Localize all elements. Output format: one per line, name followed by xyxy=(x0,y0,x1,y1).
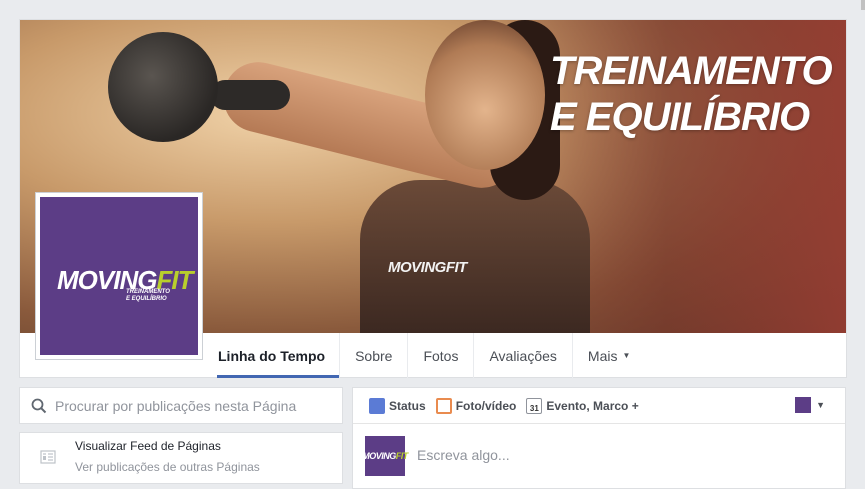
cover-figure-head xyxy=(425,20,545,170)
search-placeholder: Procurar por publicações nesta Página xyxy=(55,397,297,414)
feed-card-subtitle: Ver publicações de outras Páginas xyxy=(75,460,260,474)
cover-figure-torso xyxy=(360,180,590,333)
page-search-input[interactable]: Procurar por publicações nesta Página xyxy=(19,387,343,424)
event-button[interactable]: 31 Evento, Marco + xyxy=(526,397,639,414)
post-as-avatar[interactable] xyxy=(795,397,811,413)
cover-shirt-logo: MOVINGFIT xyxy=(388,259,467,276)
tab-sobre[interactable]: Sobre xyxy=(339,333,407,378)
avatar-logo-moving: MOVING xyxy=(362,451,396,461)
photo-icon xyxy=(435,397,452,414)
profile-tagline: TREINAMENTO E EQUILÍBRIO xyxy=(126,289,170,303)
pages-feed-card[interactable]: Visualizar Feed de Páginas Ver publicaçõ… xyxy=(19,432,343,484)
tab-label: Linha do Tempo xyxy=(218,347,326,364)
tab-avaliacoes[interactable]: Avaliações xyxy=(473,333,571,378)
tab-label: Sobre xyxy=(355,347,393,364)
tagline-line2: E EQUILÍBRIO xyxy=(126,296,167,302)
calendar-icon: 31 xyxy=(526,397,543,414)
caret-down-icon: ▼ xyxy=(622,351,631,360)
cover-headline-line2: E EQUILÍBRIO xyxy=(550,95,810,139)
tab-fotos[interactable]: Fotos xyxy=(407,333,473,378)
profile-logo-bg: MOVINGFIT TREINAMENTO E EQUILÍBRIO xyxy=(40,197,198,355)
tab-label: Mais xyxy=(587,347,618,364)
feed-card-title[interactable]: Visualizar Feed de Páginas xyxy=(75,439,221,453)
avatar-logo: MOVINGFIT xyxy=(362,451,408,461)
news-feed-icon xyxy=(40,450,56,464)
profile-logo: MOVINGFIT xyxy=(57,265,193,296)
tagline-line1: TREINAMENTO xyxy=(126,289,170,295)
page-tabs: Linha do Tempo Sobre Fotos Avaliações Ma… xyxy=(217,333,645,378)
status-button[interactable]: Status xyxy=(369,397,426,414)
cover-headline: TREINAMENTO E EQUILÍBRIO xyxy=(550,48,833,140)
tab-mais[interactable]: Mais ▼ xyxy=(571,333,645,378)
avatar-logo-fit: FIT xyxy=(395,451,409,461)
post-as-caret-icon[interactable]: ▼ xyxy=(816,400,825,410)
composer-avatar: MOVINGFIT xyxy=(362,436,408,476)
post-input[interactable]: Escreva algo... xyxy=(417,447,510,463)
tab-linha-do-tempo[interactable]: Linha do Tempo xyxy=(217,333,340,378)
search-icon xyxy=(31,398,47,413)
kettlebell-handle xyxy=(210,80,290,110)
cover-headline-line1: TREINAMENTO xyxy=(550,49,833,93)
composer-toolbar: Status Foto/vídeo 31 Evento, Marco + xyxy=(353,388,845,424)
photo-label: Foto/vídeo xyxy=(455,398,517,413)
tab-label: Fotos xyxy=(423,347,459,364)
tab-label: Avaliações xyxy=(489,347,557,364)
profile-picture[interactable]: MOVINGFIT TREINAMENTO E EQUILÍBRIO xyxy=(35,192,203,360)
scrollbar-thumb[interactable] xyxy=(861,0,865,10)
pencil-icon xyxy=(369,397,385,414)
status-label: Status xyxy=(389,398,426,413)
photo-video-button[interactable]: Foto/vídeo xyxy=(435,397,517,414)
post-composer: Status Foto/vídeo 31 Evento, Marco + ▼ M… xyxy=(352,387,846,489)
kettlebell xyxy=(108,32,218,142)
event-label: Evento, Marco + xyxy=(546,398,639,413)
